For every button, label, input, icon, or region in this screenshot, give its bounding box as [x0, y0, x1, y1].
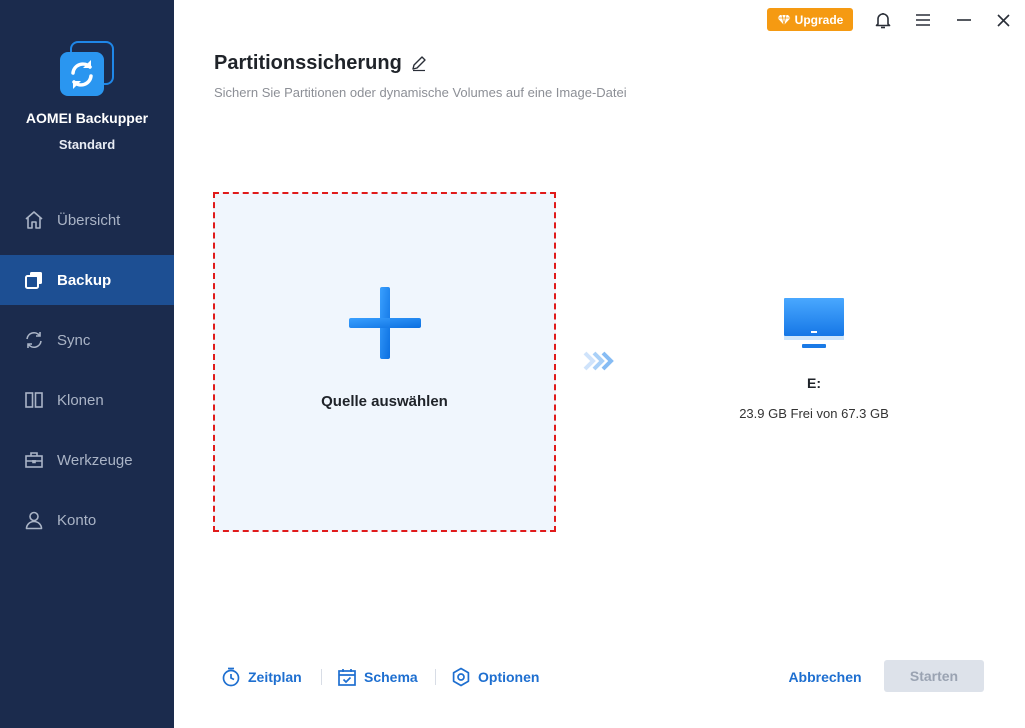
close-icon[interactable]	[991, 8, 1015, 32]
cancel-button[interactable]: Abbrechen	[776, 664, 874, 690]
sidebar-item-label: Klonen	[57, 391, 104, 409]
home-icon	[24, 210, 44, 230]
select-source-box[interactable]: Quelle auswählen	[213, 192, 556, 532]
scheme-label: Schema	[364, 669, 418, 685]
arrow-right-icon	[583, 351, 614, 371]
scheme-button[interactable]: Schema	[337, 664, 418, 690]
user-icon	[24, 510, 44, 530]
diamond-icon	[777, 14, 791, 25]
sidebar-item-sync[interactable]: Sync	[0, 315, 174, 365]
toolbox-icon	[24, 450, 44, 470]
sidebar-item-uebersicht[interactable]: Übersicht	[0, 195, 174, 245]
sidebar-item-klonen[interactable]: Klonen	[0, 375, 174, 425]
sync-icon	[24, 330, 44, 350]
menu-icon[interactable]	[911, 8, 935, 32]
options-label: Optionen	[478, 669, 540, 685]
minimize-icon[interactable]	[952, 8, 976, 32]
page-title: Partitionssicherung	[214, 52, 402, 74]
divider	[321, 669, 322, 685]
calendar-check-icon	[338, 669, 356, 686]
sidebar-item-label: Sync	[57, 331, 91, 349]
destination-drive-letter: E:	[807, 375, 821, 391]
destination-free-space: 23.9 GB Frei von 67.3 GB	[739, 406, 889, 421]
sidebar-item-label: Übersicht	[57, 211, 121, 229]
bell-icon[interactable]	[871, 8, 895, 32]
monitor-icon	[784, 298, 844, 348]
edit-icon[interactable]	[410, 54, 428, 72]
schedule-label: Zeitplan	[248, 669, 302, 685]
select-source-label: Quelle auswählen	[321, 393, 448, 410]
options-button[interactable]: Optionen	[451, 664, 539, 690]
clock-icon	[222, 667, 240, 687]
schedule-button[interactable]: Zeitplan	[221, 664, 302, 690]
plus-icon	[349, 287, 421, 359]
upgrade-button[interactable]: Upgrade	[767, 8, 853, 31]
destination-drive[interactable]: E: 23.9 GB Frei von 67.3 GB	[700, 295, 928, 435]
clone-icon	[24, 390, 44, 410]
sidebar-item-konto[interactable]: Konto	[0, 495, 174, 545]
sidebar-item-backup[interactable]: Backup	[0, 255, 174, 305]
upgrade-label: Upgrade	[794, 12, 844, 27]
sidebar-item-label: Werkzeuge	[57, 451, 133, 469]
app-name: AOMEI Backupper	[25, 110, 149, 126]
app-edition: Standard	[58, 137, 116, 152]
sidebar-item-werkzeuge[interactable]: Werkzeuge	[0, 435, 174, 485]
sidebar-item-label: Konto	[57, 511, 97, 529]
divider	[435, 669, 436, 685]
app-logo-icon	[60, 41, 114, 96]
page-subtitle: Sichern Sie Partitionen oder dynamische …	[214, 85, 627, 100]
sidebar: AOMEI Backupper Standard Übersicht Backu…	[0, 0, 174, 728]
gear-icon	[452, 667, 470, 687]
sidebar-item-label: Backup	[57, 271, 112, 289]
backup-icon	[24, 270, 44, 290]
start-button[interactable]: Starten	[884, 660, 984, 692]
